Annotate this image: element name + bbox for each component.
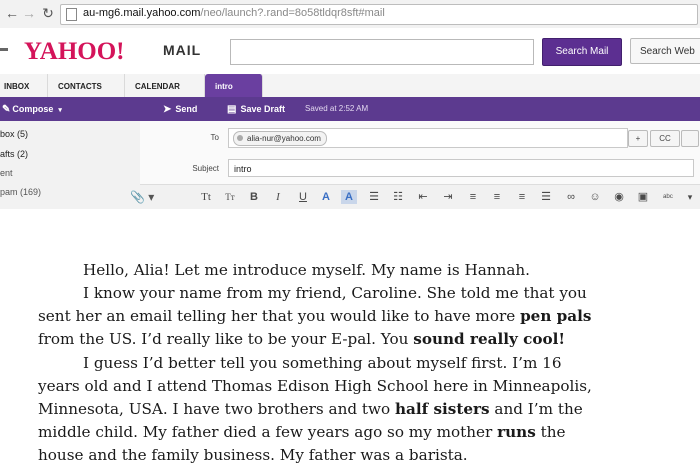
mail-logo-text: MAIL: [163, 42, 202, 58]
folder-spam[interactable]: pam (169): [0, 187, 41, 197]
address-bar[interactable]: au-mg6.mail.yahoo.com/neo/launch?.rand=8…: [60, 4, 698, 25]
formatting-toolbar: 📎 ▾ Tt Tт B I U A A ☰ ☷ ⇤ ⇥ ≡ ≡ ≡ ☰ ∞ ☺ …: [130, 184, 700, 209]
recipient-chip[interactable]: alia-nur@yahoo.com: [233, 131, 327, 146]
pencil-icon: ✎: [2, 104, 11, 115]
contact-icon: [237, 135, 243, 141]
stationery-icon[interactable]: ▣: [635, 185, 651, 209]
text-color-icon[interactable]: A: [318, 185, 334, 209]
italic-icon[interactable]: I: [270, 185, 286, 209]
letter-line: house and the family business. My father…: [38, 446, 468, 464]
font-size-icon[interactable]: Tт: [222, 185, 238, 209]
align-left-icon[interactable]: ≡: [465, 185, 481, 209]
letter-body: Hello, Alia! Let me introduce myself. My…: [0, 209, 700, 465]
insert-link-icon[interactable]: ∞: [563, 185, 579, 209]
chevron-down-icon: ▾: [58, 107, 62, 114]
font-family-icon[interactable]: Tt: [198, 185, 214, 209]
letter-line: from the US. I’d really like to be your …: [38, 330, 566, 348]
subject-field[interactable]: intro: [228, 159, 694, 177]
tab-calendar[interactable]: CALENDAR: [125, 74, 205, 97]
search-input[interactable]: [230, 39, 534, 65]
attachment-icon[interactable]: 📎 ▾: [130, 185, 166, 209]
tab-contacts[interactable]: CONTACTS: [48, 74, 125, 97]
mail-header: YAHOO! MAIL Search Mail Search Web: [0, 28, 700, 74]
folder-inbox[interactable]: box (5): [0, 129, 28, 139]
to-label: To: [210, 133, 219, 142]
underline-icon[interactable]: U: [295, 185, 311, 209]
more-formatting-icon[interactable]: ▾: [682, 185, 698, 209]
to-field[interactable]: alia-nur@yahoo.com: [228, 128, 628, 148]
highlight-color-icon[interactable]: A: [341, 190, 357, 204]
send-icon: ➤: [163, 104, 172, 115]
folder-sidebar: box (5) afts (2) ent pam (169): [0, 121, 141, 209]
tab-bar: INBOX CONTACTS CALENDAR intro: [0, 74, 700, 98]
more-options-button[interactable]: [681, 130, 699, 147]
url-text: au-mg6.mail.yahoo.com/neo/launch?.rand=8…: [83, 7, 385, 19]
send-button[interactable]: ➤ Send: [163, 97, 197, 121]
numbered-list-icon[interactable]: ☷: [390, 185, 406, 209]
indent-icon[interactable]: ⇥: [440, 185, 456, 209]
insert-image-icon[interactable]: ◉: [611, 185, 627, 209]
folder-sent[interactable]: ent: [0, 168, 13, 178]
justify-icon[interactable]: ☰: [538, 185, 554, 209]
tab-inbox[interactable]: INBOX: [0, 74, 48, 97]
page-icon: [66, 8, 77, 21]
bullet-list-icon[interactable]: ☰: [366, 185, 382, 209]
save-draft-button[interactable]: ▤ Save Draft: [227, 97, 285, 121]
tab-intro[interactable]: intro: [205, 74, 263, 98]
yahoo-logo[interactable]: YAHOO!: [24, 38, 124, 66]
cc-button[interactable]: CC: [650, 130, 680, 147]
back-arrow-icon[interactable]: ←: [3, 4, 21, 22]
browser-toolbar: ← → ↻ au-mg6.mail.yahoo.com/neo/launch?.…: [0, 0, 700, 29]
letter-line: sent her an email telling her that you w…: [38, 307, 592, 325]
forward-arrow-icon[interactable]: →: [20, 4, 38, 22]
search-mail-button[interactable]: Search Mail: [542, 38, 622, 66]
letter-line: middle child. My father died a few years…: [38, 423, 566, 441]
outdent-icon[interactable]: ⇤: [415, 185, 431, 209]
compose-button[interactable]: ✎ Compose ▾: [0, 97, 62, 121]
letter-line: years old and I attend Thomas Edison Hig…: [38, 377, 592, 395]
letter-line: Minnesota, USA. I have two brothers and …: [38, 400, 583, 418]
subject-label: Subject: [192, 164, 219, 173]
folder-drafts[interactable]: afts (2): [0, 149, 28, 159]
search-web-button[interactable]: Search Web: [630, 38, 700, 64]
compose-toolbar: ✎ Compose ▾ ➤ Send ▤ Save Draft Saved at 2:5…: [0, 97, 700, 121]
letter-line: Hello, Alia! Let me introduce myself. My…: [83, 261, 530, 279]
save-icon: ▤: [227, 104, 237, 115]
saved-status: Saved at 2:52 AM: [305, 104, 369, 113]
add-recipient-button[interactable]: +: [628, 130, 648, 147]
spellcheck-icon[interactable]: ᵃᵇᶜ: [660, 185, 676, 209]
emoticon-icon[interactable]: ☺: [587, 185, 603, 209]
bold-icon[interactable]: B: [246, 185, 262, 209]
letter-line: I know your name from my friend, Carolin…: [83, 284, 587, 302]
menu-icon[interactable]: [0, 48, 8, 51]
align-right-icon[interactable]: ≡: [514, 185, 530, 209]
align-center-icon[interactable]: ≡: [489, 185, 505, 209]
letter-line: I guess I’d better tell you something ab…: [83, 354, 562, 372]
reload-icon[interactable]: ↻: [39, 4, 57, 22]
